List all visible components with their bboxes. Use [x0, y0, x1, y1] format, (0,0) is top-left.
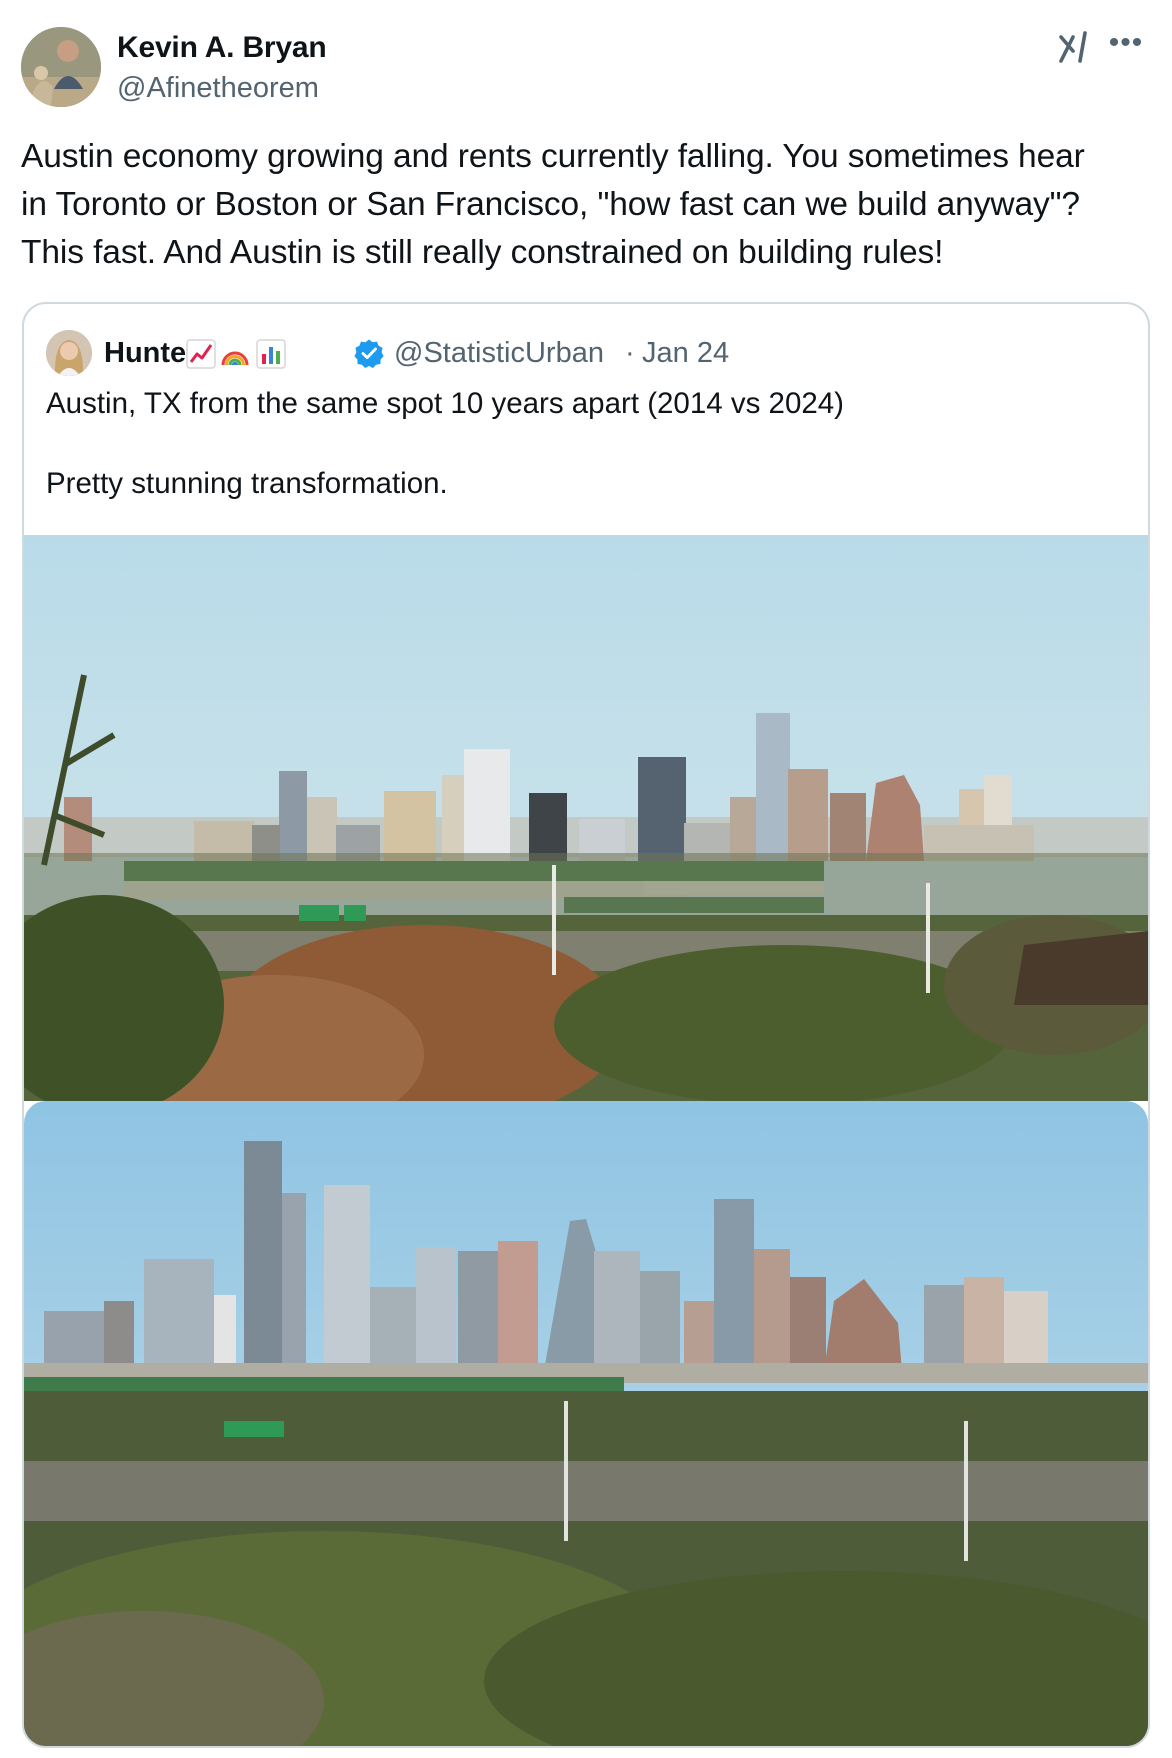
quoted-text-line: Pretty stunning transformation. — [46, 467, 448, 500]
quoted-author-handle[interactable]: @StatisticUrban — [394, 335, 604, 371]
austin-skyline-2024-photo[interactable] — [24, 1101, 1148, 1746]
austin-skyline-2014-photo[interactable] — [24, 535, 1148, 1101]
author-avatar[interactable] — [21, 27, 101, 107]
quoted-tweet-card[interactable]: Hunter @StatisticUrban · Jan 24 Austin, … — [22, 302, 1150, 1748]
rainbow-emoji — [221, 351, 249, 366]
quoted-tweet-text: Austin, TX from the same spot 10 years a… — [46, 384, 1126, 504]
more-icon[interactable]: ••• — [1104, 28, 1148, 64]
verified-badge-icon — [354, 339, 384, 368]
tweet-text-line: This fast. And Austin is still really co… — [21, 234, 944, 271]
quoted-author-avatar[interactable] — [46, 330, 92, 376]
grok-icon[interactable] — [1058, 31, 1092, 65]
author-handle[interactable]: @Afinetheorem — [117, 70, 319, 106]
separator-dot: · — [625, 337, 635, 369]
tweet-text-line: Austin economy growing and rents current… — [21, 138, 1085, 175]
tweet-text-line: in Toronto or Boston or San Francisco, "… — [21, 186, 1080, 223]
quoted-text-line: Austin, TX from the same spot 10 years a… — [46, 387, 844, 420]
tweet-text: Austin economy growing and rents current… — [21, 133, 1151, 277]
author-name[interactable]: Kevin A. Bryan — [117, 30, 327, 66]
quoted-tweet-date[interactable]: Jan 24 — [642, 335, 729, 371]
quoted-author-name[interactable]: Hunter — [104, 335, 197, 371]
tweet[interactable]: Kevin A. Bryan @Afinetheorem ••• Austin … — [0, 0, 1172, 1758]
bar-chart-emoji — [256, 339, 286, 369]
chart-increasing-emoji — [186, 339, 216, 369]
